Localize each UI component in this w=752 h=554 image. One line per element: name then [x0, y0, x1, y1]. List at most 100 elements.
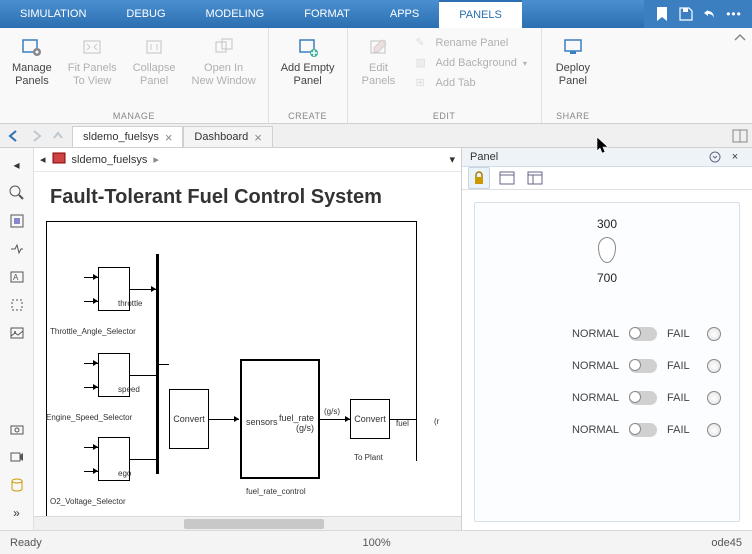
- tab-modeling[interactable]: MODELING: [186, 0, 285, 28]
- close-icon[interactable]: ×: [165, 130, 173, 145]
- chevron-right-icon[interactable]: ▸: [153, 153, 159, 166]
- save-icon[interactable]: [678, 6, 694, 22]
- toggle-switch[interactable]: [629, 391, 657, 405]
- add-empty-panel-button[interactable]: Add Empty Panel: [275, 32, 341, 109]
- fit-panels-button[interactable]: Fit Panels To View: [62, 32, 123, 109]
- side-panel: Panel × 300 700 NORMAL FAIL: [462, 148, 752, 530]
- image-icon[interactable]: [6, 322, 28, 344]
- camera-icon[interactable]: [6, 418, 28, 440]
- fit-panels-icon: [81, 36, 103, 58]
- toggle-switch[interactable]: [629, 423, 657, 437]
- open-new-window-icon: [213, 36, 235, 58]
- undo-icon[interactable]: [702, 6, 718, 22]
- rename-panel-button[interactable]: ✎ Rename Panel: [412, 34, 531, 52]
- signal-icon[interactable]: [6, 238, 28, 260]
- block-fuel-rate-control[interactable]: sensors fuel_rate(g/s): [240, 359, 320, 479]
- area-icon[interactable]: [6, 294, 28, 316]
- manage-panels-icon: [21, 36, 43, 58]
- manage-panels-button[interactable]: Manage Panels: [6, 32, 58, 109]
- breadcrumb-model[interactable]: sldemo_fuelsys: [72, 154, 148, 166]
- nav-forward-button[interactable]: [26, 126, 46, 146]
- panel-layout2-icon[interactable]: [524, 167, 546, 189]
- expand-toolbar-icon[interactable]: »: [6, 502, 28, 524]
- annotation-icon[interactable]: A: [6, 266, 28, 288]
- tab-apps[interactable]: APPS: [370, 0, 439, 28]
- toggle-row-3: NORMAL FAIL: [493, 391, 721, 405]
- collapse-panel-button[interactable]: Collapse Panel: [127, 32, 182, 109]
- zoom-icon[interactable]: [6, 182, 28, 204]
- canvas-area: ◂ sldemo_fuelsys ▸ ▾ Fault-Tolerant Fuel…: [34, 148, 462, 530]
- bookmark-icon[interactable]: [654, 6, 670, 22]
- close-icon[interactable]: ×: [254, 130, 262, 145]
- menu-bar: SIMULATION DEBUG MODELING FORMAT APPS PA…: [0, 0, 752, 28]
- label-truncated: (r: [434, 417, 439, 426]
- label-o2-selector: O2_Voltage_Selector: [50, 497, 126, 506]
- port-fuel-rate-unit: (g/s): [296, 423, 314, 433]
- tab-simulation[interactable]: SIMULATION: [0, 0, 106, 28]
- horizontal-scrollbar[interactable]: [34, 516, 461, 530]
- panel-body: 300 700 NORMAL FAIL NORMAL FAIL NOR: [462, 190, 752, 534]
- layout-icon[interactable]: [728, 124, 752, 147]
- panel-close-icon[interactable]: ×: [726, 148, 744, 166]
- model-icon: [52, 152, 66, 167]
- toggle-switch[interactable]: [629, 327, 657, 341]
- model-canvas[interactable]: Fault-Tolerant Fuel Control System throt…: [34, 172, 461, 516]
- database-icon[interactable]: [6, 474, 28, 496]
- record-icon[interactable]: [6, 446, 28, 468]
- more-icon[interactable]: •••: [726, 6, 742, 22]
- panel-dropdown-icon[interactable]: [706, 148, 724, 166]
- label-throttle-selector: Throttle_Angle_Selector: [50, 327, 136, 336]
- label-speed-selector: Engine_Speed_Selector: [46, 413, 132, 422]
- add-tab-icon: ⊞: [416, 76, 430, 90]
- doc-tab-model[interactable]: sldemo_fuelsys ×: [72, 126, 183, 147]
- panel-toolbar: [462, 167, 752, 190]
- tab-panels[interactable]: PANELS: [439, 0, 522, 28]
- toggle-left-label: NORMAL: [565, 360, 619, 372]
- add-tab-button[interactable]: ⊞ Add Tab: [412, 74, 531, 92]
- tab-debug[interactable]: DEBUG: [106, 0, 185, 28]
- toggle-row-1: NORMAL FAIL: [493, 327, 721, 341]
- edit-panels-button[interactable]: Edit Panels: [354, 32, 404, 109]
- add-background-button[interactable]: ▧ Add Background ▾: [412, 54, 531, 72]
- status-zoom[interactable]: 100%: [42, 537, 712, 549]
- label-ego: ego: [118, 469, 131, 478]
- panel-lock-icon[interactable]: [468, 167, 490, 189]
- toggle-right-label: FAIL: [667, 424, 697, 436]
- block-convert1[interactable]: Convert: [169, 389, 209, 449]
- document-tab-bar: sldemo_fuelsys × Dashboard ×: [0, 124, 752, 148]
- label-fuel-rate-control: fuel_rate_control: [246, 487, 306, 496]
- breadcrumb-dropdown-icon[interactable]: ▾: [449, 153, 455, 166]
- nav-back-button[interactable]: [4, 126, 24, 146]
- ribbon-group-create: Add Empty Panel CREATE: [269, 28, 348, 123]
- hide-toolbar-icon[interactable]: ◂: [6, 154, 28, 176]
- model-browser-icon[interactable]: ◂: [40, 153, 46, 166]
- toggle-switch[interactable]: [629, 359, 657, 373]
- ribbon-group-create-label: CREATE: [275, 109, 341, 123]
- toggle-left-label: NORMAL: [565, 424, 619, 436]
- nav-up-button[interactable]: [48, 126, 68, 146]
- ribbon-group-share-label: SHARE: [548, 109, 598, 123]
- deploy-panel-button[interactable]: Deploy Panel: [548, 32, 598, 109]
- ribbon-group-edit-label: EDIT: [354, 109, 535, 123]
- doc-tab-model-label: sldemo_fuelsys: [83, 131, 159, 143]
- ribbon-group-manage: Manage Panels Fit Panels To View Collaps…: [0, 28, 269, 123]
- rename-icon: ✎: [416, 36, 430, 50]
- fit-view-icon[interactable]: [6, 210, 28, 232]
- label-throttle: throttle: [118, 299, 142, 308]
- panel-layout1-icon[interactable]: [496, 167, 518, 189]
- label-to-plant: To Plant: [354, 453, 383, 462]
- gauge-value-top: 300: [493, 217, 721, 231]
- tab-format[interactable]: FORMAT: [284, 0, 370, 28]
- dashboard-widget-box[interactable]: 300 700 NORMAL FAIL NORMAL FAIL NOR: [474, 202, 740, 522]
- block-convert2[interactable]: Convert: [350, 399, 390, 439]
- status-indicator: [707, 359, 721, 373]
- status-solver[interactable]: ode45: [711, 537, 742, 549]
- open-in-new-window-button[interactable]: Open In New Window: [186, 32, 262, 109]
- gauge-bulb-icon[interactable]: [598, 237, 616, 263]
- ribbon-collapse-icon[interactable]: [734, 32, 746, 42]
- doc-tab-dashboard[interactable]: Dashboard ×: [183, 126, 272, 147]
- breadcrumb: ◂ sldemo_fuelsys ▸ ▾: [34, 148, 461, 172]
- toggle-row-4: NORMAL FAIL: [493, 423, 721, 437]
- status-indicator: [707, 391, 721, 405]
- label-speed: speed: [118, 385, 140, 394]
